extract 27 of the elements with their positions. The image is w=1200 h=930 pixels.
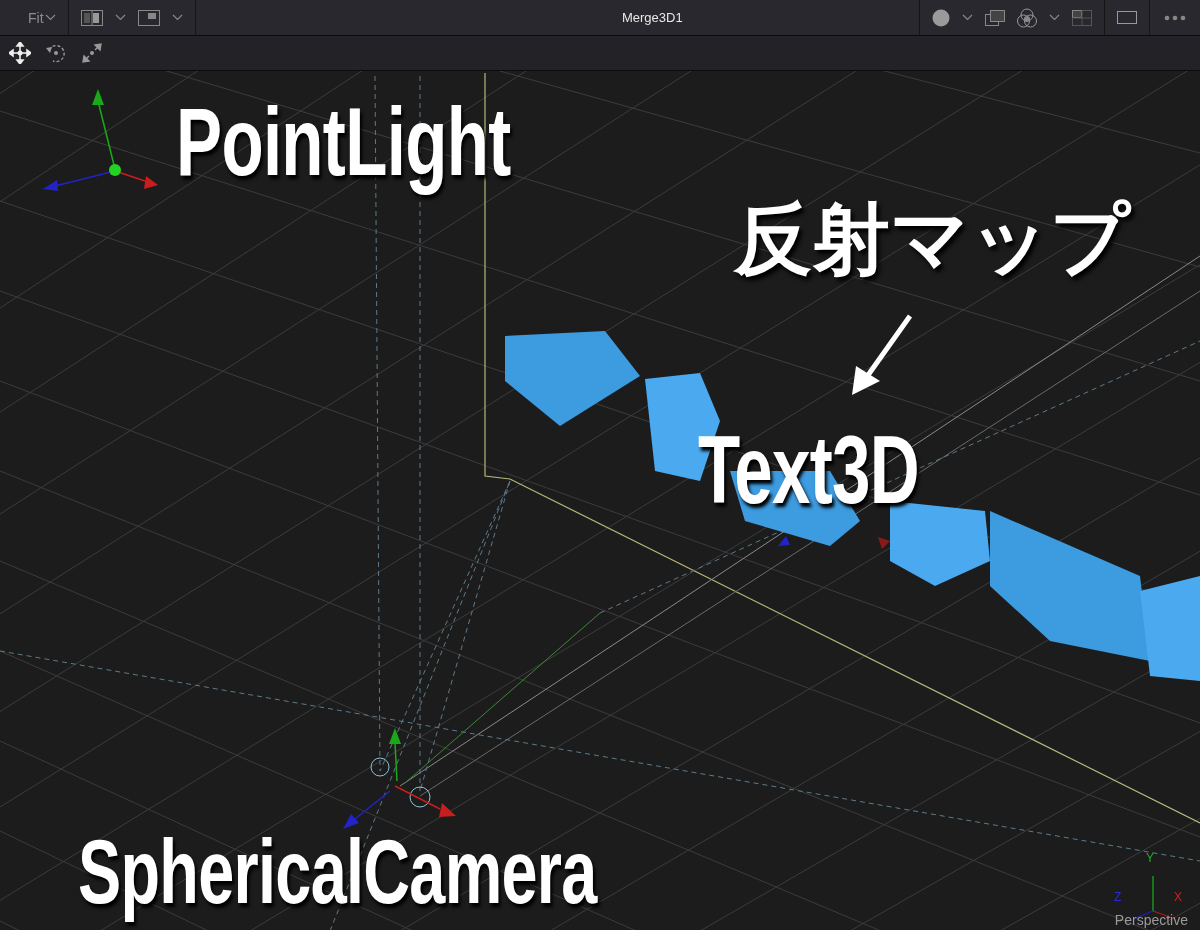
point-light-gizmo-icon [43,89,158,191]
color-channels-icon[interactable] [1017,7,1037,28]
axis-label: Z [1114,889,1122,905]
chevron-down-icon[interactable] [171,14,183,21]
annotation-label: 反射マップ [734,197,1133,285]
overlapping-squares-icon[interactable] [985,9,1005,26]
zoom-fit-dropdown[interactable]: Fit [12,9,56,26]
axis-label: X [1174,889,1182,905]
scale-icon[interactable] [81,42,103,64]
annotation-label: SphericalCamera [78,823,599,924]
chevron-down-icon[interactable] [114,14,126,21]
move-icon[interactable] [9,42,31,64]
rectangle-icon[interactable] [1117,11,1137,24]
split-view-icon[interactable] [80,9,103,26]
view-mode-label: Perspective [1114,912,1188,928]
picture-in-picture-icon[interactable] [137,9,160,26]
more-options-icon[interactable] [1164,14,1186,21]
axis-label: Y [1146,850,1154,866]
circle-icon[interactable] [932,8,950,27]
chevron-down-icon[interactable] [1049,14,1060,21]
camera-gizmo-icon [343,728,456,829]
annotation-label: PointLight [176,89,512,197]
viewer-title: Merge3D1 [621,10,683,25]
chevron-down-icon[interactable] [962,14,973,21]
chevron-down-icon [44,14,56,21]
rotate-icon[interactable] [45,42,67,64]
grid-icon[interactable] [1072,9,1092,26]
